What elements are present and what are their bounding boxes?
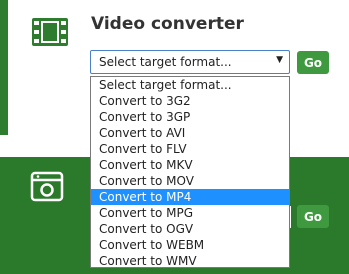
- format-dropdown-list[interactable]: Select target format... Convert to 3G2 Con…: [90, 76, 290, 268]
- dropdown-option[interactable]: Convert to FLV: [91, 141, 289, 157]
- dropdown-option[interactable]: Convert to 3G2: [91, 93, 289, 109]
- option-list: Select target format... Convert to 3G2 Con…: [91, 77, 289, 269]
- dropdown-option[interactable]: Convert to OGV: [91, 221, 289, 237]
- go-button[interactable]: Go: [297, 51, 329, 74]
- dropdown-option[interactable]: Convert to WMV: [91, 253, 289, 269]
- card-accent-stripe: [0, 0, 8, 135]
- go-button-secondary[interactable]: Go: [297, 205, 329, 228]
- dropdown-option[interactable]: Convert to MOV: [91, 173, 289, 189]
- dropdown-option[interactable]: Convert to MKV: [91, 157, 289, 173]
- chevron-down-icon: ▼: [276, 55, 283, 65]
- dropdown-option[interactable]: Convert to AVI: [91, 125, 289, 141]
- film-strip-icon: [32, 18, 68, 46]
- dropdown-option[interactable]: Select target format...: [91, 77, 289, 93]
- dropdown-option[interactable]: Convert to MPG: [91, 205, 289, 221]
- dropdown-option[interactable]: Convert to 3GP: [91, 109, 289, 125]
- video-converter-title: Video converter: [91, 14, 244, 34]
- target-format-select[interactable]: Select target format... ▼: [90, 50, 290, 74]
- camera-window-icon: [30, 171, 64, 202]
- dropdown-option[interactable]: Convert to WEBM: [91, 237, 289, 253]
- select-current-value: Select target format...: [99, 55, 232, 69]
- dropdown-option[interactable]: Convert to MP4: [91, 189, 289, 205]
